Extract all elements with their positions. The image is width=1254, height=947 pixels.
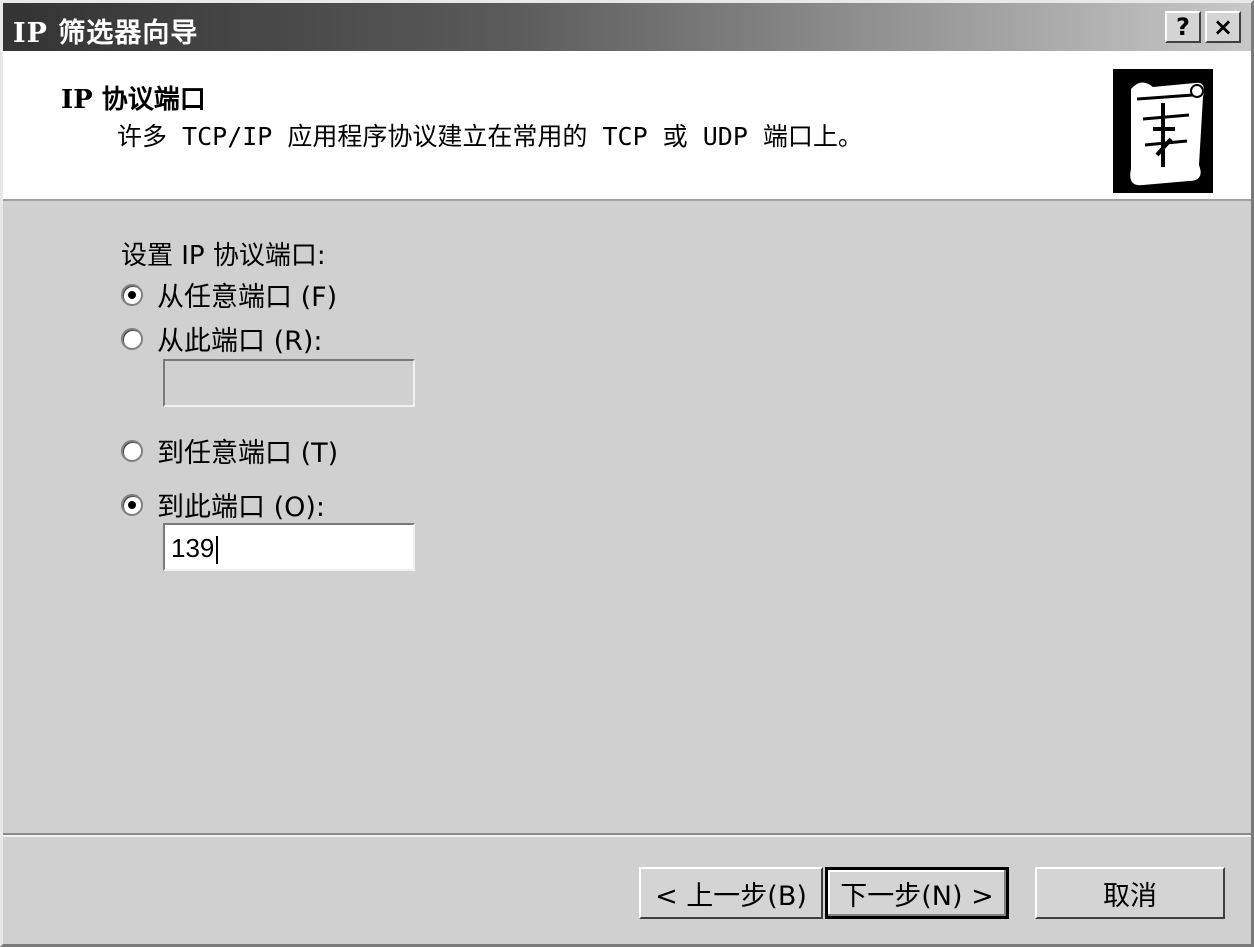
radio-from-this-port[interactable]: 从此端口 (R): [121, 319, 323, 358]
radio-button[interactable] [121, 439, 143, 462]
radio-button[interactable] [121, 327, 143, 350]
wizard-header: IP 协议端口 许多 TCP/IP 应用程序协议建立在常用的 TCP 或 UDP… [3, 51, 1251, 201]
window-title: IP 筛选器向导 [13, 18, 199, 49]
radio-label: 从任意端口 (F) [157, 282, 338, 313]
radio-label: 到此端口 (O): [157, 492, 325, 523]
radio-button-checked[interactable] [121, 493, 143, 516]
wizard-body: 设置 IP 协议端口: 从任意端口 (F) 从此端口 (R): 到任意端口 (T… [3, 201, 1251, 829]
to-port-value: 139 [171, 533, 215, 563]
page-subtitle: 许多 TCP/IP 应用程序协议建立在常用的 TCP 或 UDP 端口上。 [117, 122, 863, 151]
cancel-button[interactable]: 取消 [1035, 867, 1225, 919]
port-group-label: 设置 IP 协议端口: [121, 241, 326, 271]
ip-filter-wizard-window: IP 筛选器向导 ? × IP 协议端口 许多 TCP/IP 应用程序协议建立在… [0, 0, 1254, 947]
title-bar[interactable]: IP 筛选器向导 ? × [3, 3, 1251, 51]
radio-to-any-port[interactable]: 到任意端口 (T) [121, 431, 338, 470]
close-button[interactable]: × [1205, 11, 1241, 43]
to-port-input[interactable]: 139 [163, 523, 415, 571]
page-title: IP 协议端口 [61, 85, 206, 115]
radio-label: 到任意端口 (T) [157, 438, 339, 469]
radio-to-this-port[interactable]: 到此端口 (O): [121, 485, 325, 524]
next-button[interactable]: 下一步(N) > [825, 867, 1009, 919]
radio-from-any-port[interactable]: 从任意端口 (F) [121, 275, 337, 314]
text-caret [216, 536, 219, 565]
footer-separator [3, 833, 1251, 837]
radio-label: 从此端口 (R): [157, 326, 323, 357]
wizard-scroll-icon [1113, 69, 1213, 193]
back-button[interactable]: < 上一步(B) [639, 867, 823, 919]
radio-button-checked[interactable] [121, 283, 143, 306]
help-button[interactable]: ? [1165, 11, 1201, 43]
from-port-input[interactable] [163, 359, 415, 407]
